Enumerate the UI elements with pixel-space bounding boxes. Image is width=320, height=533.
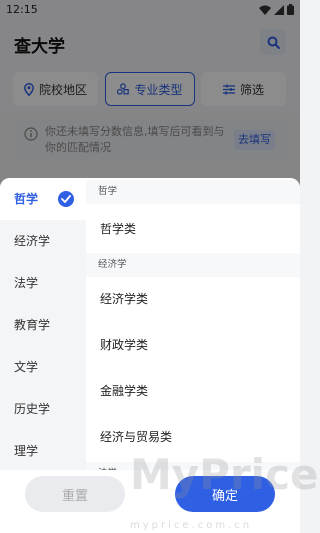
category-item-history[interactable]: 历史学 bbox=[0, 388, 86, 430]
category-label: 历史学 bbox=[14, 402, 51, 416]
major-item[interactable]: 财政学类 bbox=[100, 336, 148, 353]
major-item[interactable]: 经济学类 bbox=[100, 290, 148, 307]
category-label: 教育学 bbox=[14, 318, 51, 332]
category-item-literature[interactable]: 文学 bbox=[0, 346, 86, 388]
major-item[interactable]: 经济与贸易类 bbox=[100, 428, 172, 445]
category-label: 经济学 bbox=[14, 234, 51, 248]
category-label: 理学 bbox=[14, 444, 39, 458]
action-bar: 重置 确定 bbox=[0, 470, 300, 533]
major-item[interactable]: 哲学类 bbox=[100, 220, 136, 237]
category-label: 哲学 bbox=[14, 192, 39, 206]
category-label: 法学 bbox=[14, 276, 39, 290]
category-label: 文学 bbox=[14, 360, 39, 374]
reset-button[interactable]: 重置 bbox=[25, 476, 125, 512]
category-item-education[interactable]: 教育学 bbox=[0, 304, 86, 346]
category-item-philosophy[interactable]: 哲学 bbox=[0, 178, 86, 220]
section-header-philosophy: 哲学 bbox=[86, 180, 300, 204]
category-list: 哲学 经济学 法学 教育学 文学 历史学 理学 bbox=[0, 178, 86, 470]
confirm-button[interactable]: 确定 bbox=[175, 476, 275, 512]
section-header-law: 法学 bbox=[86, 462, 300, 470]
major-item[interactable]: 金融学类 bbox=[100, 382, 148, 399]
category-item-economics[interactable]: 经济学 bbox=[0, 220, 86, 262]
section-header-economics: 经济学 bbox=[86, 253, 300, 277]
check-icon bbox=[58, 191, 74, 207]
category-item-science[interactable]: 理学 bbox=[0, 430, 86, 472]
major-list: 哲学 哲学类 经济学 经济学类 财政学类 金融学类 经济与贸易类 法学 bbox=[86, 178, 300, 470]
major-type-sheet: 哲学 经济学 法学 教育学 文学 历史学 理学 哲学 哲学类 经济学 经济学类 … bbox=[0, 178, 300, 533]
category-item-law[interactable]: 法学 bbox=[0, 262, 86, 304]
